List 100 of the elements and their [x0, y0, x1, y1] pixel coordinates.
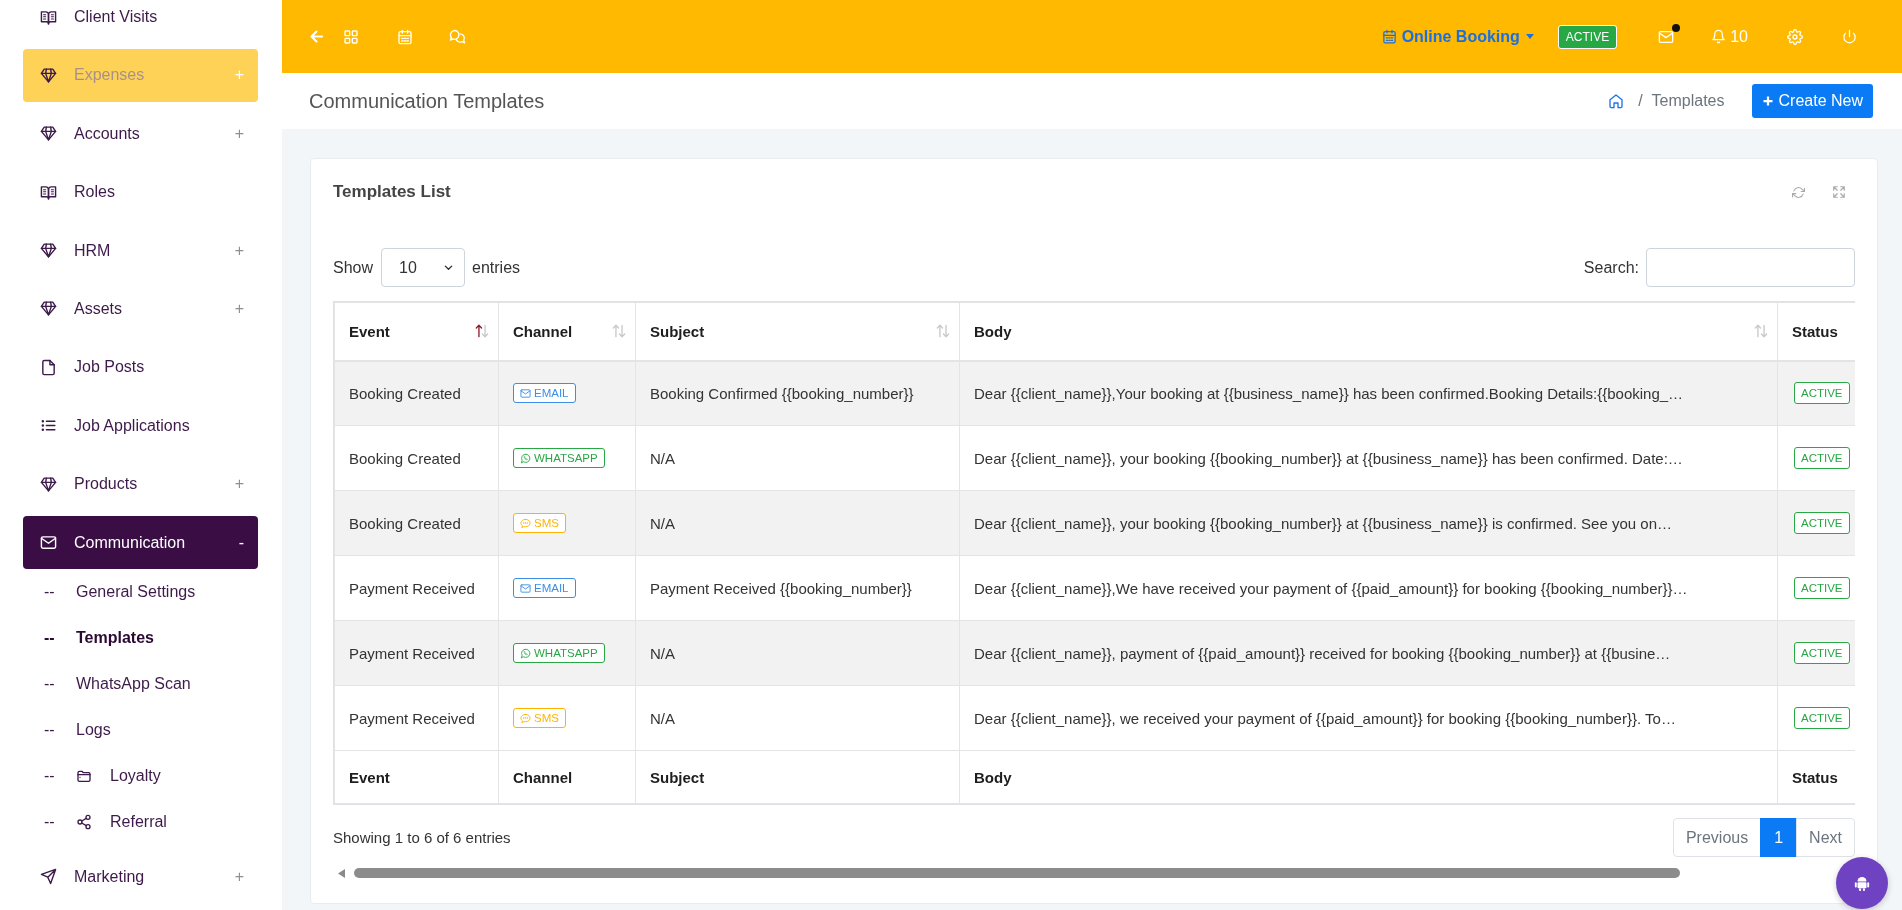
show-label: Show — [333, 258, 374, 277]
table-cell: Dear {{client_name}}, payment of {{paid_amount}} received for booking {{booking_number}} at {{busine… — [959, 620, 1778, 686]
robot-icon — [1853, 874, 1871, 892]
home-icon[interactable] — [1608, 93, 1625, 109]
table-cell: Booking Created — [334, 360, 499, 426]
gem-icon — [40, 125, 57, 143]
status-badge: ACTIVE — [1794, 707, 1850, 729]
channel-badge: WHATSAPP — [513, 643, 605, 663]
channel-badge: SMS — [513, 513, 566, 533]
sidebar-item[interactable]: Marketing + — [23, 850, 258, 904]
entries-select[interactable]: 10 — [381, 248, 466, 287]
table-cell: Dear {{client_name}},Your booking at {{business_name}} has been confirmed.Booking Details:{{booking_… — [959, 360, 1778, 426]
sidebar-item[interactable]: HRM + — [23, 224, 258, 278]
previous-page-button[interactable]: Previous — [1672, 818, 1762, 857]
expand-icon[interactable] — [1832, 185, 1846, 199]
dash-marker: -- — [44, 767, 56, 785]
search-label: Search: — [1583, 258, 1639, 277]
power-icon[interactable] — [1842, 29, 1857, 44]
breadcrumb-current: Templates — [1651, 92, 1725, 110]
gem-icon — [40, 66, 57, 84]
dash-marker: -- — [44, 721, 56, 739]
table-cell: Payment Received — [334, 555, 499, 621]
dash-marker: -- — [44, 629, 56, 647]
table-cell: Dear {{client_name}}, we received your payment of {{paid_amount}} for booking {{booking_number}}. To… — [959, 685, 1778, 751]
column-header[interactable]: Status — [1777, 302, 1855, 361]
column-header[interactable]: Body — [959, 302, 1778, 361]
gem-icon — [40, 242, 57, 260]
phone-bubble-icon — [520, 647, 531, 659]
dash-marker: -- — [44, 675, 56, 693]
sidebar-item[interactable]: Job Applications — [23, 399, 258, 453]
arrow-left-icon[interactable] — [309, 29, 324, 44]
file-icon — [40, 358, 57, 376]
sidebar-item[interactable]: Roles — [23, 165, 258, 219]
table-cell: Booking Created — [334, 425, 499, 491]
table-cell: Payment Received — [334, 620, 499, 686]
card-title: Templates List — [333, 182, 451, 202]
scroll-left-arrow-icon[interactable] — [338, 868, 345, 878]
settings-icon[interactable] — [1787, 28, 1803, 45]
sidebar-item[interactable]: Communication - — [23, 516, 258, 569]
column-header[interactable]: Subject — [635, 302, 960, 361]
column-footer: Event — [334, 750, 499, 804]
bell-icon — [1711, 29, 1727, 44]
table-cell: N/A — [635, 620, 960, 686]
page-number-button[interactable]: 1 — [1760, 818, 1798, 857]
sidebar-item[interactable]: Client Visits — [23, 0, 258, 44]
create-new-button[interactable]: Create New — [1751, 84, 1873, 118]
channel-badge: SMS — [513, 708, 566, 728]
table-cell: Payment Received {{booking_number}} — [635, 555, 960, 621]
submenu-item[interactable]: -- Loyalty — [23, 753, 258, 799]
sidebar-item[interactable]: Assets + — [23, 282, 258, 336]
send-icon — [40, 868, 57, 886]
gem-icon — [40, 300, 57, 318]
column-footer: Body — [959, 750, 1778, 804]
status-badge: ACTIVE — [1794, 512, 1850, 534]
chat-icon[interactable] — [449, 28, 466, 45]
table-cell: N/A — [635, 685, 960, 751]
column-header[interactable]: Event — [334, 302, 499, 361]
sidebar-item[interactable]: Accounts + — [23, 107, 258, 161]
next-page-button[interactable]: Next — [1796, 818, 1855, 857]
status-badge: ACTIVE — [1557, 24, 1618, 49]
entries-label: entries — [472, 258, 521, 277]
column-header[interactable]: Channel — [498, 302, 636, 361]
table-cell: Dear {{client_name}},We have received your payment of {{paid_amount}} for booking {{booking_number}}… — [959, 555, 1778, 621]
sidebar-item[interactable]: Job Posts — [23, 340, 258, 394]
floating-action-button[interactable] — [1836, 857, 1888, 909]
table-cell: Dear {{client_name}}, your booking {{booking_number}} at {{business_name}} is confirmed. See you on… — [959, 490, 1778, 556]
caret-icon — [1525, 34, 1534, 39]
speech-bubble-icon — [520, 517, 531, 529]
channel-badge: EMAIL — [513, 578, 576, 598]
table-cell: Booking Created — [334, 490, 499, 556]
submenu-item[interactable]: -- WhatsApp Scan — [23, 661, 258, 707]
mail-icon[interactable] — [1658, 28, 1675, 45]
share-icon — [76, 814, 92, 830]
status-badge: ACTIVE — [1794, 642, 1850, 664]
submenu-item[interactable]: -- General Settings — [23, 569, 258, 615]
table-cell: Booking Confirmed {{booking_number}} — [635, 360, 960, 426]
status-badge: ACTIVE — [1794, 447, 1850, 469]
submenu-item[interactable]: -- Referral — [23, 799, 258, 845]
scrollbar-thumb[interactable] — [354, 868, 1680, 878]
page-title: Communication Templates — [309, 89, 545, 113]
calendar-icon — [1381, 29, 1397, 44]
gem-icon — [40, 475, 57, 493]
entries-info: Showing 1 to 6 of 6 entries — [333, 829, 511, 846]
calendar-icon[interactable] — [397, 28, 413, 45]
search-field[interactable] — [1646, 248, 1855, 287]
expand-toggle[interactable]: - — [238, 533, 244, 552]
breadcrumb-separator: / — [1638, 92, 1643, 110]
refresh-icon[interactable] — [1792, 185, 1805, 199]
book-icon — [40, 183, 57, 201]
chevron-down-icon — [443, 262, 455, 273]
channel-badge: WHATSAPP — [513, 448, 605, 468]
mail-icon — [40, 534, 57, 551]
folder-icon — [76, 768, 92, 784]
table-cell: N/A — [635, 490, 960, 556]
submenu-item[interactable]: -- Templates — [23, 615, 258, 661]
status-badge: ACTIVE — [1794, 577, 1850, 599]
submenu-item[interactable]: -- Logs — [23, 707, 258, 753]
grid-icon[interactable] — [343, 28, 359, 45]
sidebar-item[interactable]: Products + — [23, 457, 258, 511]
book-icon — [40, 8, 57, 26]
